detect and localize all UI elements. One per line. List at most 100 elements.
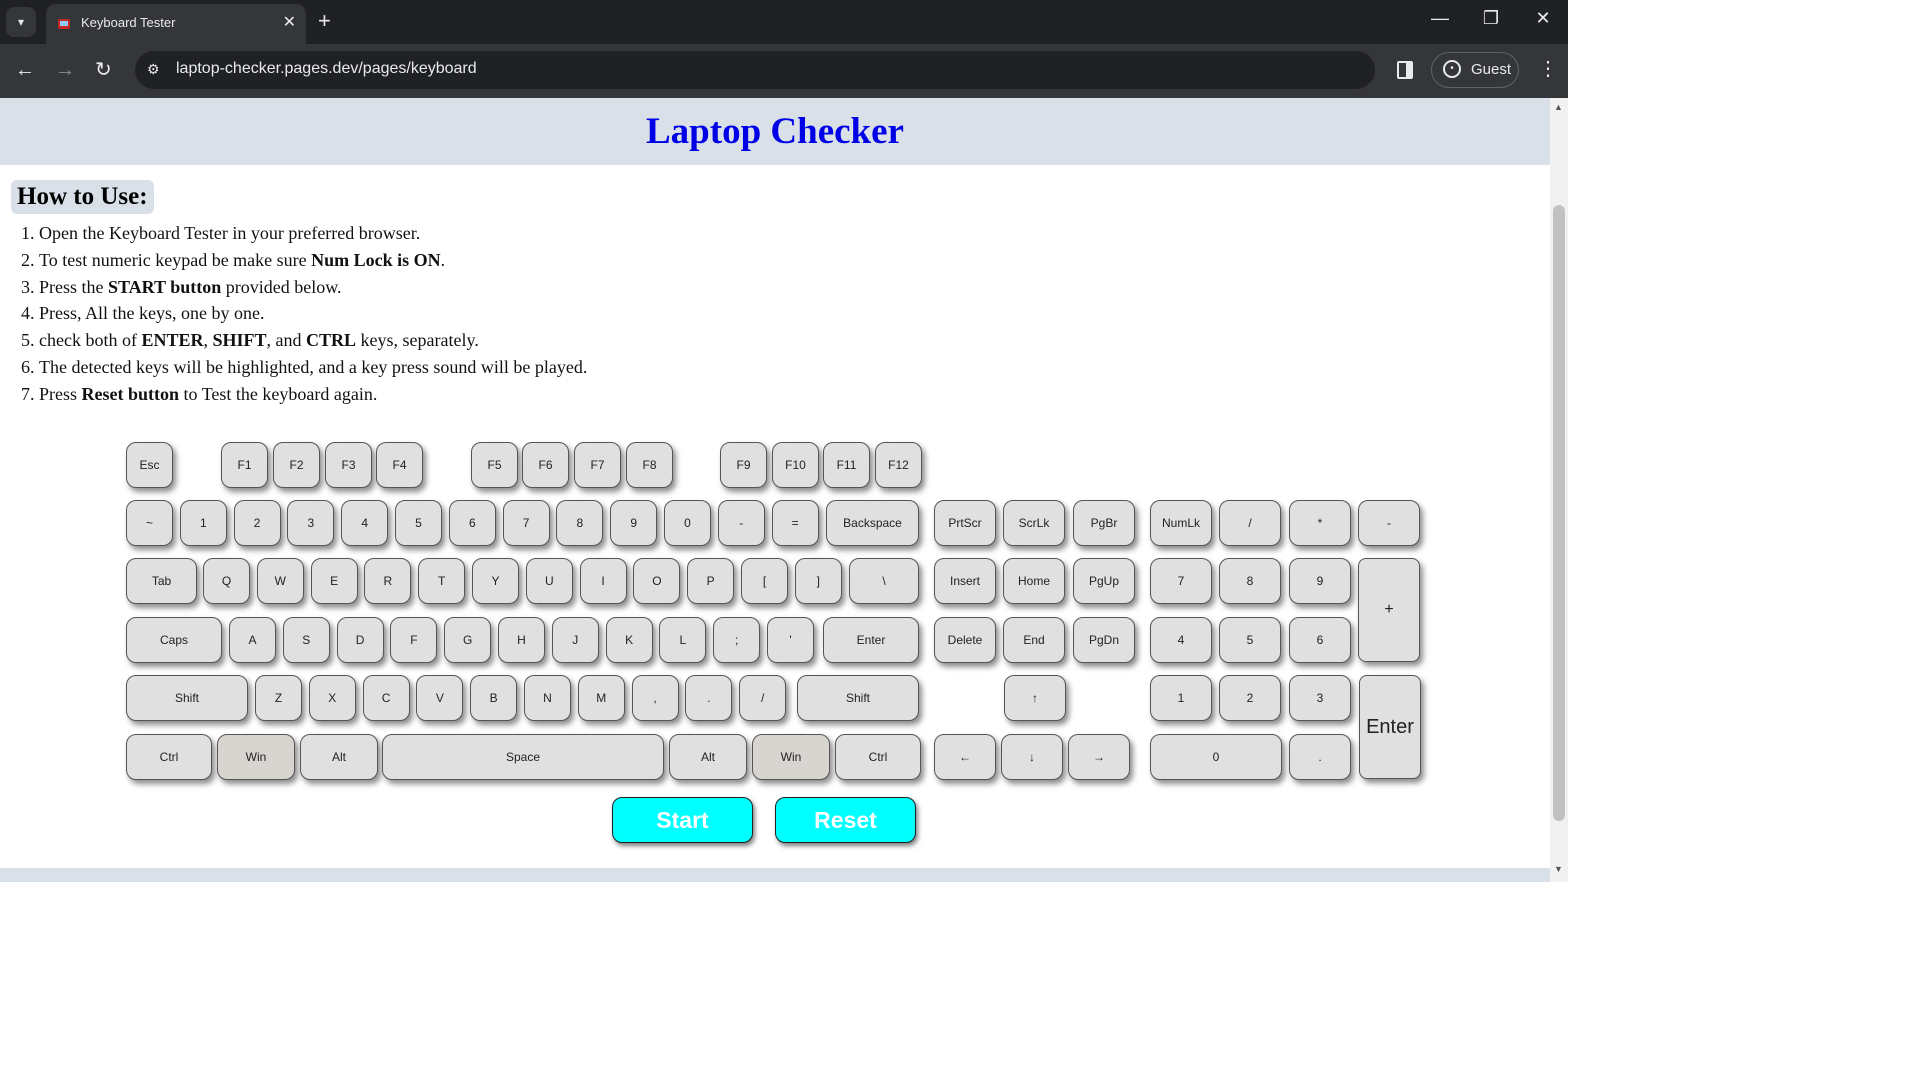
reset-button[interactable]: Reset	[775, 797, 916, 843]
close-icon[interactable]: ✕	[283, 12, 296, 32]
back-icon[interactable]: ←	[15, 59, 35, 81]
key-caps-row-3[interactable]: D	[336, 617, 384, 663]
key-nav-cluster-8[interactable]: PgDn	[1073, 617, 1135, 663]
key-fn-row-6[interactable]: F6	[522, 442, 569, 488]
key-nav-cluster-6[interactable]: Delete	[934, 617, 996, 663]
scroll-thumb[interactable]	[1553, 205, 1565, 821]
key-fn-row-11[interactable]: F11	[823, 442, 870, 488]
key-fn-row-4[interactable]: F4	[376, 442, 423, 488]
key-shift-row-9[interactable]: .	[685, 675, 733, 721]
key-numpad-7[interactable]: +	[1358, 558, 1420, 662]
key-number-row-4[interactable]: 4	[341, 500, 389, 546]
key-arrows-3[interactable]: →	[1068, 734, 1130, 780]
site-info-icon[interactable]: ⚙	[147, 61, 160, 78]
key-bottom-row-0[interactable]: Ctrl	[126, 734, 212, 780]
key-number-row-11[interactable]: -	[717, 500, 765, 546]
key-number-row-13[interactable]: Backspace	[826, 500, 919, 546]
key-shift-row-10[interactable]: /	[739, 675, 787, 721]
key-tab-row-13[interactable]: \	[849, 558, 919, 604]
key-tab-row-4[interactable]: R	[364, 558, 412, 604]
key-fn-row-1[interactable]: F1	[221, 442, 268, 488]
key-numpad-12[interactable]: 2	[1219, 675, 1281, 721]
key-nav-cluster-3[interactable]: Insert	[934, 558, 996, 604]
key-numpad-14[interactable]: Enter	[1359, 675, 1421, 779]
key-shift-row-4[interactable]: V	[416, 675, 464, 721]
key-caps-row-2[interactable]: S	[282, 617, 330, 663]
key-numpad-0[interactable]: NumLk	[1150, 500, 1212, 546]
key-numpad-8[interactable]: 4	[1150, 617, 1212, 663]
key-tab-row-12[interactable]: ]	[794, 558, 842, 604]
reload-icon[interactable]: ↻	[95, 59, 112, 81]
key-tab-row-6[interactable]: Y	[472, 558, 519, 604]
key-number-row-6[interactable]: 6	[448, 500, 496, 546]
key-number-row-7[interactable]: 7	[502, 500, 550, 546]
key-nav-cluster-2[interactable]: PgBr	[1073, 500, 1135, 546]
key-number-row-3[interactable]: 3	[287, 500, 335, 546]
key-numpad-5[interactable]: 8	[1219, 558, 1281, 604]
key-number-row-12[interactable]: =	[771, 500, 819, 546]
key-nav-cluster-4[interactable]: Home	[1003, 558, 1065, 604]
key-numpad-15[interactable]: 0	[1150, 734, 1282, 780]
key-caps-row-11[interactable]: '	[767, 617, 814, 663]
key-bottom-row-3[interactable]: Space	[382, 734, 664, 780]
key-shift-row-7[interactable]: M	[577, 675, 625, 721]
key-fn-row-8[interactable]: F8	[626, 442, 673, 488]
key-tab-row-2[interactable]: W	[256, 558, 304, 604]
key-shift-row-5[interactable]: B	[470, 675, 518, 721]
window-close-icon[interactable]: ✕	[1528, 8, 1558, 29]
key-shift-row-2[interactable]: X	[308, 675, 356, 721]
key-tab-row-7[interactable]: U	[525, 558, 573, 604]
address-bar[interactable]: ⚙ laptop-checker.pages.dev/pages/keyboar…	[135, 51, 1375, 89]
key-nav-cluster-7[interactable]: End	[1003, 617, 1065, 663]
key-bottom-row-5[interactable]: Win	[752, 734, 830, 780]
key-number-row-0[interactable]: ~	[126, 500, 173, 546]
key-number-row-10[interactable]: 0	[664, 500, 711, 546]
key-nav-cluster-0[interactable]: PrtScr	[934, 500, 996, 546]
side-panel-icon[interactable]	[1397, 61, 1413, 79]
key-numpad-13[interactable]: 3	[1289, 675, 1351, 721]
key-tab-row-0[interactable]: Tab	[126, 558, 197, 604]
key-caps-row-7[interactable]: J	[551, 617, 599, 663]
key-tab-row-11[interactable]: [	[741, 558, 788, 604]
key-fn-row-10[interactable]: F10	[772, 442, 819, 488]
key-bottom-row-6[interactable]: Ctrl	[835, 734, 921, 780]
key-fn-row-3[interactable]: F3	[325, 442, 372, 488]
key-numpad-11[interactable]: 1	[1150, 675, 1212, 721]
key-tab-row-8[interactable]: I	[579, 558, 627, 604]
key-arrows-2[interactable]: ↓	[1001, 734, 1063, 780]
forward-icon[interactable]: →	[55, 59, 75, 81]
profile-button[interactable]: • Guest	[1431, 52, 1519, 88]
key-number-row-1[interactable]: 1	[179, 500, 227, 546]
key-fn-row-9[interactable]: F9	[720, 442, 767, 488]
key-fn-row-12[interactable]: F12	[875, 442, 922, 488]
key-caps-row-8[interactable]: K	[605, 617, 653, 663]
key-fn-row-5[interactable]: F5	[471, 442, 518, 488]
key-tab-row-3[interactable]: E	[310, 558, 358, 604]
key-number-row-5[interactable]: 5	[395, 500, 442, 546]
key-shift-row-11[interactable]: Shift	[797, 675, 919, 721]
key-tab-row-1[interactable]: Q	[203, 558, 250, 604]
key-caps-row-1[interactable]: A	[229, 617, 276, 663]
key-numpad-10[interactable]: 6	[1289, 617, 1351, 663]
key-caps-row-9[interactable]: L	[659, 617, 707, 663]
key-fn-row-2[interactable]: F2	[273, 442, 320, 488]
tab-list-icon[interactable]: ▾	[6, 7, 36, 37]
key-tab-row-5[interactable]: T	[418, 558, 466, 604]
key-bottom-row-4[interactable]: Alt	[669, 734, 747, 780]
key-numpad-2[interactable]: *	[1289, 500, 1351, 546]
key-numpad-1[interactable]: /	[1219, 500, 1281, 546]
key-caps-row-6[interactable]: H	[498, 617, 545, 663]
key-shift-row-6[interactable]: N	[524, 675, 571, 721]
tab-keyboard-tester[interactable]: Keyboard Tester ✕	[46, 4, 306, 44]
restore-icon[interactable]: ❐	[1476, 8, 1506, 29]
scrollbar[interactable]: ▲ ▼	[1550, 98, 1568, 882]
key-caps-row-0[interactable]: Caps	[126, 617, 222, 663]
key-nav-cluster-1[interactable]: ScrLk	[1003, 500, 1065, 546]
minimize-icon[interactable]: —	[1425, 8, 1455, 29]
key-tab-row-9[interactable]: O	[633, 558, 681, 604]
plus-icon[interactable]: +	[318, 10, 331, 32]
key-fn-row-0[interactable]: Esc	[126, 442, 173, 488]
key-number-row-9[interactable]: 9	[610, 500, 658, 546]
key-bottom-row-1[interactable]: Win	[217, 734, 295, 780]
key-number-row-2[interactable]: 2	[233, 500, 281, 546]
